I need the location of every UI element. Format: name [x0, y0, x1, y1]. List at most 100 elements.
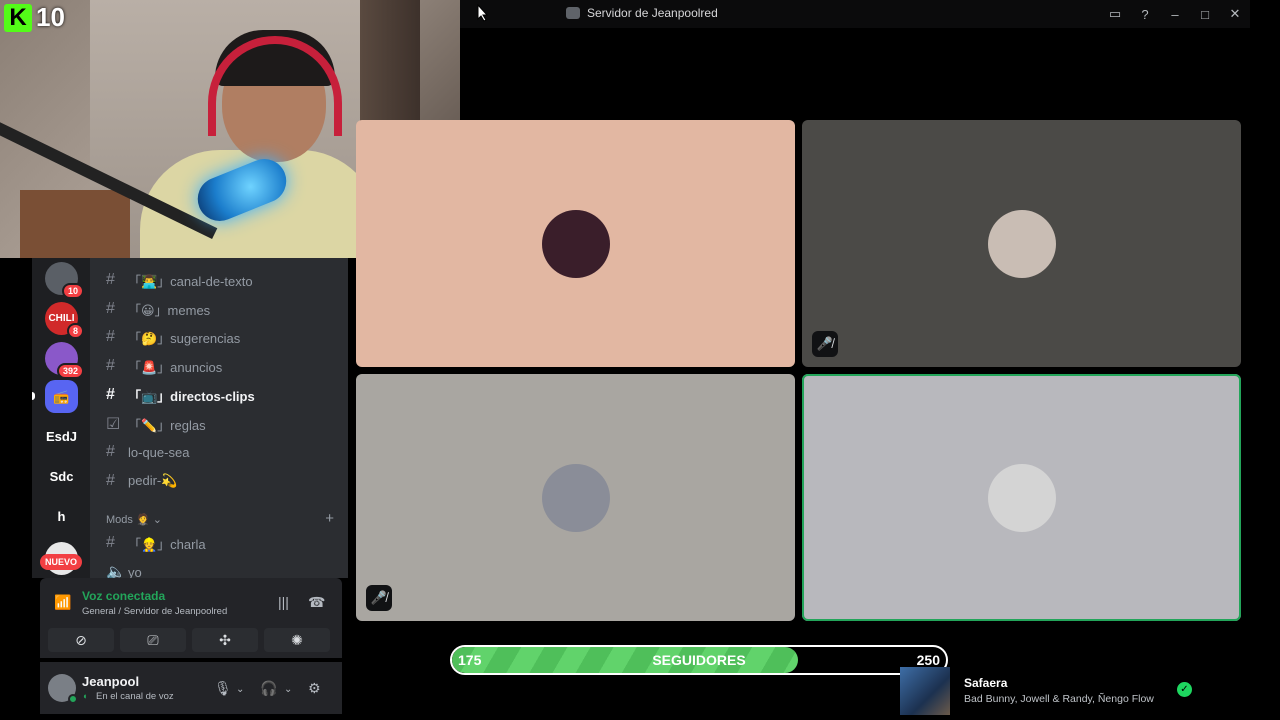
- inbox-icon[interactable]: ▭: [1100, 6, 1130, 22]
- screen-share-icon: ⎚: [147, 631, 159, 648]
- channel-directos-clips[interactable]: # 「📺」directos-clips: [106, 384, 255, 406]
- muted-mic-icon: 🎤̸: [812, 331, 838, 357]
- participant-avatar: [987, 209, 1056, 278]
- video-tile-participant-2[interactable]: 🎤̸: [802, 120, 1241, 367]
- participant-avatar: [541, 209, 610, 278]
- online-status-icon: [68, 694, 78, 704]
- username: Jeanpool: [82, 674, 140, 689]
- server-item-3[interactable]: 392: [45, 342, 84, 379]
- camera-off-icon: ⊘: [75, 631, 87, 648]
- server-label: EsdJ: [45, 429, 78, 444]
- check-icon: ✓: [1177, 682, 1192, 697]
- minimize-icon[interactable]: –: [1160, 7, 1190, 22]
- window-title-text: Servidor de Jeanpoolred: [587, 6, 718, 20]
- server-label: CHILI: [48, 313, 75, 324]
- activities-button[interactable]: ✣: [192, 628, 258, 652]
- unread-badge: 10: [61, 283, 84, 299]
- signal-icon: 📶: [54, 594, 72, 610]
- chevron-down-icon: ⌄: [152, 514, 162, 526]
- channel-anuncios[interactable]: # 「🚨」anuncios: [106, 355, 222, 377]
- channel-label: 「🤔」sugerencias: [128, 330, 241, 346]
- channel-label: 「👨‍💻」canal-de-texto: [128, 273, 253, 289]
- channel-canal-de-texto[interactable]: # 「👨‍💻」canal-de-texto: [106, 269, 253, 291]
- album-cover: [900, 667, 950, 715]
- hash-icon: #: [106, 357, 115, 374]
- participant-avatar: [987, 463, 1056, 532]
- user-status: En el canal de voz: [96, 691, 174, 702]
- voice-status[interactable]: Voz conectada: [82, 589, 165, 603]
- server-item-esdj[interactable]: EsdJ: [45, 420, 78, 453]
- server-item-chili[interactable]: CHILI 8: [45, 302, 84, 339]
- server-icon: [566, 7, 580, 19]
- channel-label: 「👷」charla: [128, 536, 206, 552]
- server-item-sdc[interactable]: Sdc: [45, 460, 78, 493]
- kick-logo-icon: K: [4, 4, 32, 32]
- hash-icon: #: [106, 386, 115, 403]
- server-item-h[interactable]: h: [45, 500, 78, 533]
- channel-pedir[interactable]: # pedir-💫: [106, 470, 177, 492]
- window-title: Servidor de Jeanpoolred: [566, 6, 718, 20]
- video-tile-participant-3[interactable]: 🎤̸: [356, 374, 795, 621]
- unread-badge: 392: [56, 363, 84, 379]
- channel-memes[interactable]: # 「😀」memes: [106, 298, 210, 320]
- disconnect-icon[interactable]: ☎: [308, 594, 325, 611]
- video-tile-participant-1[interactable]: [356, 120, 795, 367]
- hash-icon: #: [106, 271, 115, 288]
- followers-label: SEGUIDORES: [652, 652, 746, 668]
- channel-label: lo-que-sea: [128, 444, 190, 460]
- help-icon[interactable]: ?: [1130, 7, 1160, 22]
- category-mods[interactable]: Mods 🤵 ⌄: [106, 513, 162, 526]
- followers-goal: 250: [916, 652, 940, 668]
- server-item-1[interactable]: 10: [45, 262, 84, 299]
- server-label: Sdc: [49, 469, 74, 484]
- noise-suppression-icon[interactable]: |||: [278, 594, 289, 610]
- user-panel: Jeanpool ◖ En el canal de voz 🎙 ⌄ 🎧 ⌄ ⚙: [40, 662, 342, 714]
- channel-reglas[interactable]: ☑ 「✏️」reglas: [106, 413, 206, 435]
- new-badge: NUEVO: [40, 554, 83, 570]
- channel-label: pedir-💫: [128, 473, 178, 488]
- screen-share-button[interactable]: ⎚: [120, 628, 186, 652]
- server-rail: 10 CHILI 8 392 📻 EsdJ Sdc h NUEVO: [32, 258, 90, 578]
- channel-label: 「📺」directos-clips: [128, 388, 255, 404]
- unread-badge: 8: [66, 323, 84, 339]
- gear-icon[interactable]: ⚙: [308, 680, 321, 697]
- server-label: h: [57, 509, 66, 524]
- chevron-down-icon[interactable]: ⌄: [284, 684, 292, 695]
- selected-server-pill: [32, 392, 35, 400]
- activities-icon: ✣: [219, 631, 231, 648]
- muted-mic-icon: 🎤̸: [366, 585, 392, 611]
- video-tile-participant-4[interactable]: [802, 374, 1241, 621]
- server-item-radio[interactable]: 📻: [45, 380, 78, 413]
- microphone-icon[interactable]: 🎙: [214, 680, 232, 697]
- camera-off-button[interactable]: ⊘: [48, 628, 114, 652]
- channel-list: # 「👨‍💻」canal-de-texto # 「😀」memes # 「🤔」su…: [90, 258, 348, 581]
- window-controls: ▭ ? – □ ✕: [1100, 0, 1250, 28]
- rules-icon: ☑: [106, 416, 121, 433]
- channel-label: 「✏️」reglas: [128, 417, 206, 433]
- maximize-icon[interactable]: □: [1190, 7, 1220, 22]
- hash-icon: #: [106, 472, 115, 489]
- voice-channel-path[interactable]: General / Servidor de Jeanpoolred: [82, 606, 227, 617]
- hash-icon: #: [106, 300, 115, 317]
- window-titlebar: Servidor de Jeanpoolred ▭ ? – □ ✕: [460, 0, 1250, 28]
- category-label: Mods 🤵: [106, 514, 150, 526]
- channel-label: 「😀」memes: [128, 302, 211, 318]
- followers-goal-bar: 175 SEGUIDORES 250: [450, 645, 948, 675]
- close-icon[interactable]: ✕: [1220, 6, 1250, 22]
- webcam-dresser: [20, 190, 130, 258]
- song-artist: Bad Bunny, Jowell & Randy, Ñengo Flow: [964, 693, 1154, 705]
- hash-icon: #: [106, 534, 115, 551]
- radio-icon: 📻: [53, 388, 70, 404]
- hash-icon: #: [106, 443, 115, 460]
- headphones-icon[interactable]: 🎧: [260, 680, 277, 697]
- participant-avatar: [541, 463, 610, 532]
- voice-status-icon: ◖: [82, 691, 88, 701]
- channel-lo-que-sea[interactable]: # lo-que-sea: [106, 441, 189, 463]
- add-channel-icon[interactable]: +: [325, 510, 334, 527]
- soundboard-button[interactable]: ✺: [264, 628, 330, 652]
- channel-sugerencias[interactable]: # 「🤔」sugerencias: [106, 326, 240, 348]
- soundboard-icon: ✺: [291, 631, 303, 648]
- channel-charla[interactable]: # 「👷」charla: [106, 532, 206, 554]
- chevron-down-icon[interactable]: ⌄: [236, 684, 244, 695]
- voice-connected-panel: 📶 Voz conectada General / Servidor de Je…: [40, 578, 342, 658]
